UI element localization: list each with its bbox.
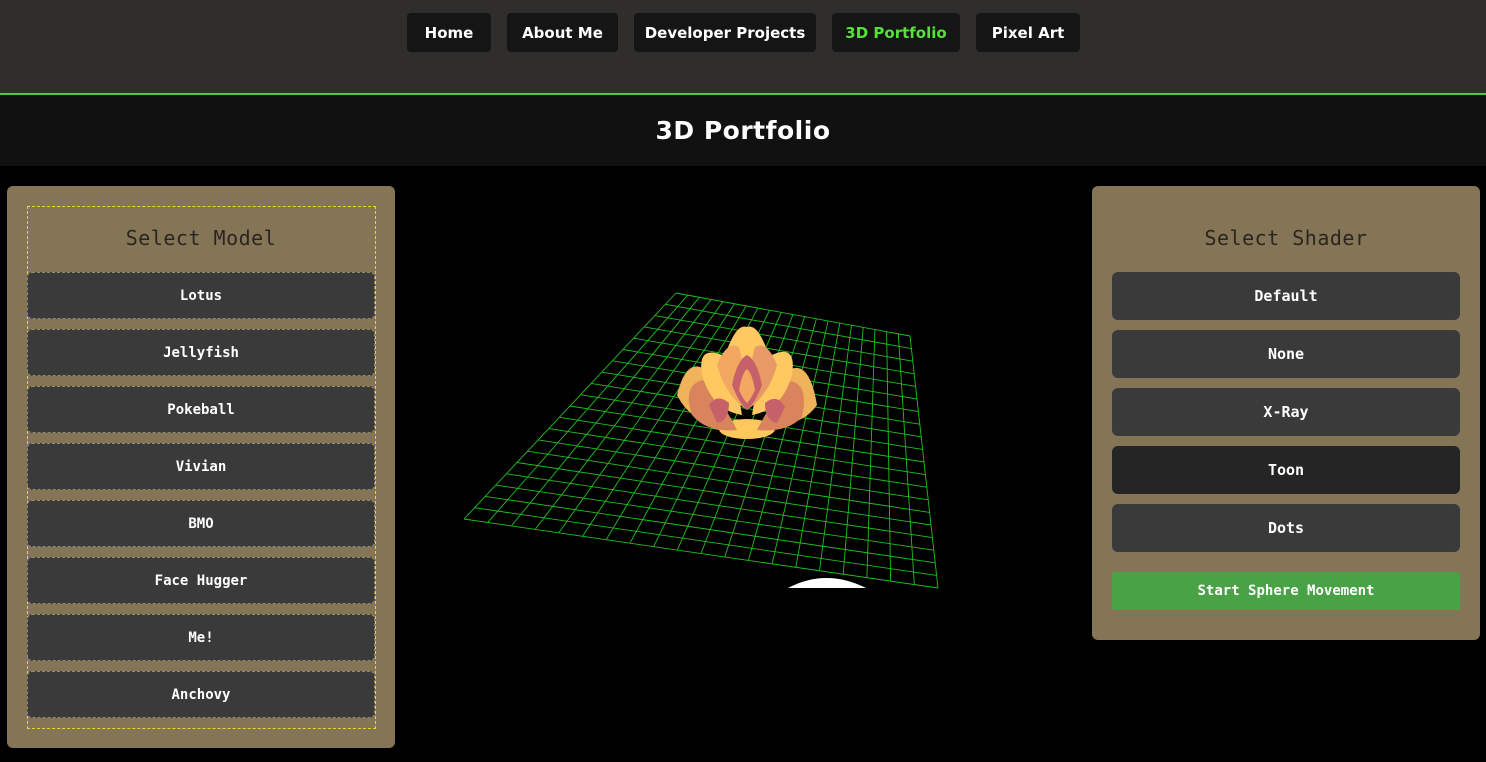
model-button-anchovy[interactable]: Anchovy <box>27 671 375 718</box>
shader-button-default[interactable]: Default <box>1112 272 1460 320</box>
model-button-me[interactable]: Me! <box>27 614 375 661</box>
top-nav: Home About Me Developer Projects 3D Port… <box>0 0 1486 93</box>
grid-line <box>485 495 936 564</box>
sphere-object <box>788 578 866 588</box>
3d-viewport[interactable] <box>420 270 980 600</box>
model-button-bmo[interactable]: BMO <box>27 500 375 547</box>
shader-panel-heading: Select Shader <box>1204 226 1368 250</box>
page-title: 3D Portfolio <box>655 116 831 145</box>
viewport-canvas[interactable] <box>420 270 980 600</box>
model-button-pokeball[interactable]: Pokeball <box>27 386 375 433</box>
grid-line <box>474 507 937 576</box>
start-sphere-movement-button[interactable]: Start Sphere Movement <box>1112 572 1460 610</box>
model-panel-heading: Select Model <box>125 226 277 250</box>
shader-button-x-ray[interactable]: X-Ray <box>1112 388 1460 436</box>
model-button-jellyfish[interactable]: Jellyfish <box>27 329 375 376</box>
model-button-lotus[interactable]: Lotus <box>27 272 375 319</box>
grid-line <box>495 484 934 551</box>
grid-line <box>463 518 939 589</box>
floor-grid <box>463 292 939 589</box>
model-panel: Select Model Lotus Jellyfish Pokeball Vi… <box>7 186 395 748</box>
title-band: 3D Portfolio <box>0 95 1486 166</box>
nav-developer-projects[interactable]: Developer Projects <box>634 13 816 52</box>
nav-3d-portfolio[interactable]: 3D Portfolio <box>832 13 960 52</box>
nav-about-me[interactable]: About Me <box>507 13 618 52</box>
shader-panel: Select Shader Default None X-Ray Toon Do… <box>1092 186 1480 640</box>
grid-line <box>909 335 939 589</box>
shader-button-toon[interactable]: Toon <box>1112 446 1460 494</box>
shader-button-none[interactable]: None <box>1112 330 1460 378</box>
model-button-vivian[interactable]: Vivian <box>27 443 375 490</box>
nav-home[interactable]: Home <box>407 13 491 52</box>
nav-pixel-art[interactable]: Pixel Art <box>976 13 1080 52</box>
grid-line <box>897 333 915 585</box>
model-button-face-hugger[interactable]: Face Hugger <box>27 557 375 604</box>
shader-button-dots[interactable]: Dots <box>1112 504 1460 552</box>
